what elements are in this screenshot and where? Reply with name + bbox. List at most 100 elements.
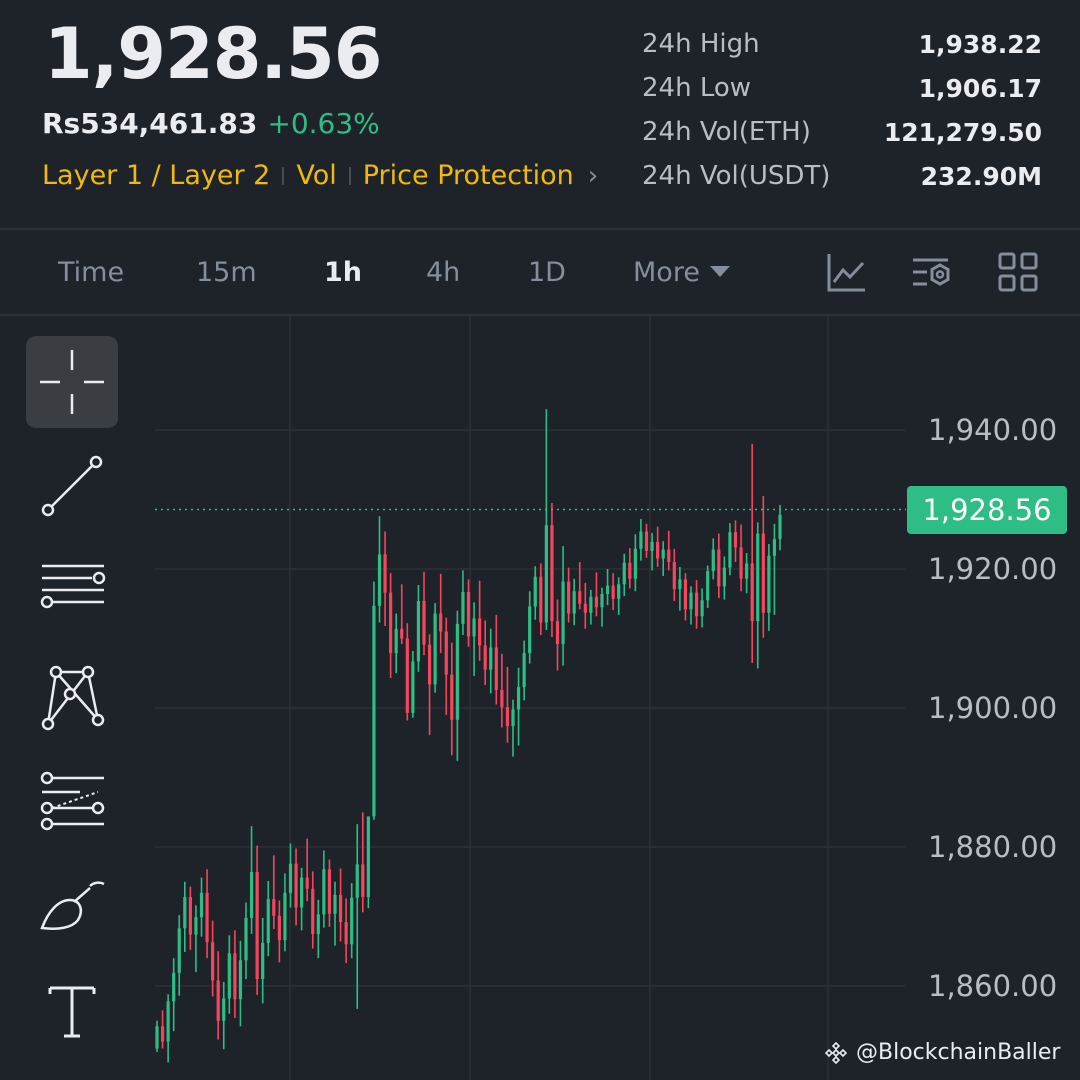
candle[interactable]: [322, 850, 326, 928]
candle[interactable]: [761, 496, 765, 638]
candle[interactable]: [422, 571, 426, 656]
candle[interactable]: [700, 588, 704, 628]
candle[interactable]: [461, 570, 465, 636]
candle[interactable]: [439, 573, 443, 654]
candle[interactable]: [733, 520, 738, 563]
trend-line-tool[interactable]: [26, 440, 118, 532]
candle[interactable]: [261, 917, 265, 1004]
candle[interactable]: [650, 532, 654, 571]
candle[interactable]: [311, 871, 315, 949]
candle[interactable]: [633, 534, 637, 592]
candle[interactable]: [300, 867, 304, 931]
candle[interactable]: [222, 981, 226, 1050]
candle[interactable]: [711, 538, 715, 580]
candle[interactable]: [188, 886, 192, 950]
candle[interactable]: [394, 613, 398, 674]
candle[interactable]: [405, 623, 409, 721]
candle[interactable]: [272, 855, 276, 930]
tab-1d[interactable]: 1D: [528, 254, 566, 292]
candle[interactable]: [516, 667, 521, 746]
candle[interactable]: [778, 505, 782, 551]
candle[interactable]: [667, 530, 671, 571]
candle[interactable]: [350, 883, 354, 959]
candle[interactable]: [472, 602, 476, 677]
candle[interactable]: [622, 553, 626, 597]
candle[interactable]: [216, 951, 220, 1040]
candle[interactable]: [266, 881, 270, 957]
candle[interactable]: [728, 523, 732, 576]
candle[interactable]: [450, 642, 454, 756]
candle[interactable]: [561, 546, 565, 666]
candle[interactable]: [628, 548, 632, 589]
candle[interactable]: [305, 838, 309, 902]
candle[interactable]: [166, 994, 170, 1063]
candle[interactable]: [605, 569, 610, 606]
candle[interactable]: [522, 640, 526, 701]
tag-price-protection[interactable]: Price Protection: [363, 158, 574, 194]
candle[interactable]: [355, 824, 359, 1009]
candle[interactable]: [478, 580, 482, 661]
tab-15m[interactable]: 15m: [196, 254, 257, 292]
candle[interactable]: [672, 548, 676, 601]
candle[interactable]: [238, 940, 243, 1027]
candle[interactable]: [277, 900, 281, 963]
candle[interactable]: [416, 584, 421, 672]
candle[interactable]: [327, 859, 332, 927]
candle[interactable]: [706, 565, 710, 608]
candle[interactable]: [539, 563, 543, 636]
candle[interactable]: [411, 651, 415, 718]
candle[interactable]: [689, 586, 693, 625]
candle[interactable]: [611, 573, 615, 611]
candle[interactable]: [739, 524, 743, 592]
candle[interactable]: [427, 634, 432, 736]
candle[interactable]: [383, 531, 387, 626]
chart-settings-icon[interactable]: [910, 250, 954, 294]
candle[interactable]: [750, 443, 754, 663]
candle[interactable]: [389, 573, 393, 679]
layout-grid-icon[interactable]: [996, 250, 1040, 294]
candle[interactable]: [656, 526, 660, 567]
candle[interactable]: [639, 518, 643, 561]
candle[interactable]: [572, 578, 576, 626]
chart-canvas[interactable]: [0, 316, 1080, 1080]
candle[interactable]: [505, 666, 510, 743]
candle[interactable]: [544, 409, 548, 631]
text-tool[interactable]: [26, 966, 118, 1058]
candle[interactable]: [183, 881, 187, 952]
candle[interactable]: [199, 877, 204, 937]
candle[interactable]: [722, 556, 726, 600]
candle[interactable]: [244, 902, 248, 980]
candle[interactable]: [617, 577, 621, 615]
candle[interactable]: [333, 881, 337, 946]
candle[interactable]: [194, 905, 198, 973]
candle[interactable]: [372, 581, 376, 820]
candle[interactable]: [533, 566, 537, 620]
tab-1h[interactable]: 1h: [324, 254, 362, 292]
candle[interactable]: [567, 567, 571, 623]
candle[interactable]: [594, 572, 599, 617]
candle[interactable]: [233, 930, 237, 1018]
fibonacci-tool[interactable]: [26, 756, 118, 848]
candle[interactable]: [644, 523, 649, 558]
candle[interactable]: [745, 553, 749, 594]
candle[interactable]: [661, 541, 665, 576]
candle[interactable]: [316, 899, 320, 959]
candle[interactable]: [211, 920, 215, 997]
candlestick-chart[interactable]: 1,940.00 1,920.00 1,900.00 1,880.00 1,860.00…: [0, 316, 1080, 1080]
candle[interactable]: [756, 522, 760, 669]
tab-4h[interactable]: 4h: [426, 254, 460, 292]
more-dropdown[interactable]: More: [633, 254, 730, 292]
candle[interactable]: [361, 812, 365, 913]
chevron-right-icon[interactable]: ›: [588, 158, 598, 194]
candle[interactable]: [444, 617, 448, 715]
candle[interactable]: [678, 566, 682, 611]
candle[interactable]: [338, 868, 343, 942]
candle[interactable]: [160, 1010, 165, 1049]
candle[interactable]: [489, 628, 493, 694]
candle[interactable]: [694, 580, 699, 629]
candle[interactable]: [500, 653, 504, 728]
candle[interactable]: [528, 591, 532, 664]
candle[interactable]: [205, 869, 209, 959]
candle[interactable]: [366, 816, 370, 909]
candle[interactable]: [767, 543, 771, 631]
